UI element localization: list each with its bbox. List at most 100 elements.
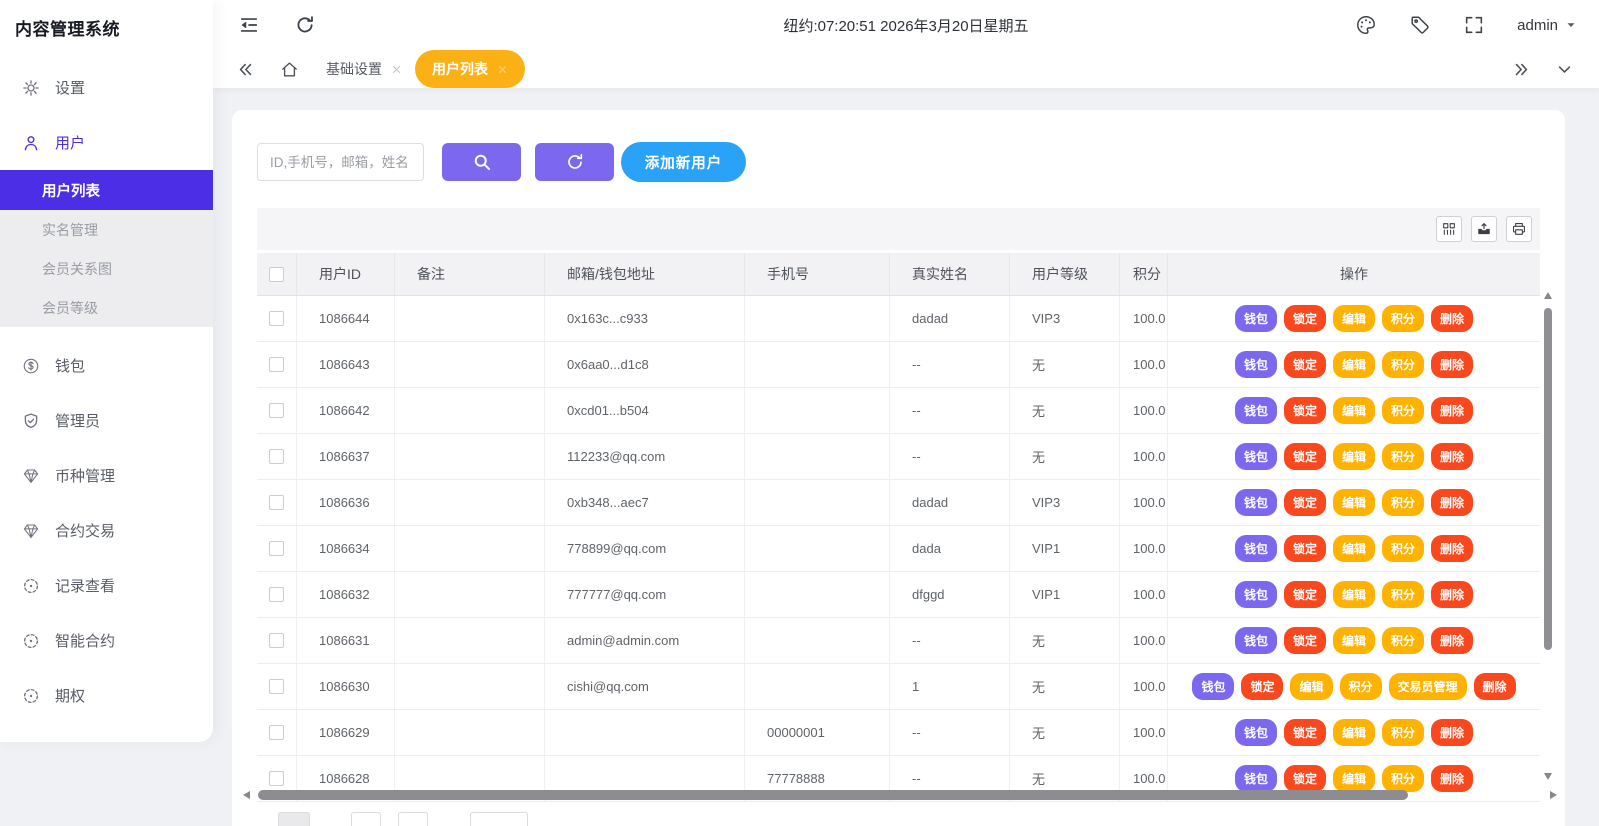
row-action-button[interactable]: 钱包 [1234, 397, 1277, 424]
pagination-button[interactable] [398, 812, 428, 826]
row-action-button[interactable]: 编辑 [1332, 443, 1375, 470]
collapse-menu-icon[interactable] [238, 14, 260, 36]
row-action-button[interactable]: 编辑 [1290, 673, 1333, 700]
palette-icon[interactable] [1355, 14, 1377, 36]
row-action-button[interactable]: 删除 [1431, 397, 1474, 424]
sidebar-subitem[interactable]: 实名管理 [0, 210, 213, 249]
row-action-button[interactable]: 删除 [1431, 535, 1474, 562]
row-action-button[interactable]: 编辑 [1332, 397, 1375, 424]
row-action-button[interactable]: 钱包 [1234, 443, 1277, 470]
scroll-right-icon[interactable] [1550, 791, 1557, 799]
row-action-button[interactable]: 删除 [1431, 305, 1474, 332]
row-action-button[interactable]: 锁定 [1283, 627, 1326, 654]
row-action-button[interactable]: 编辑 [1332, 305, 1375, 332]
add-user-button[interactable]: 添加新用户 [621, 142, 746, 182]
search-input[interactable] [257, 143, 424, 181]
pagination-button[interactable] [278, 812, 310, 826]
row-action-button[interactable]: 编辑 [1332, 351, 1375, 378]
row-checkbox[interactable] [269, 403, 284, 418]
row-action-button[interactable]: 删除 [1473, 673, 1516, 700]
search-button[interactable] [442, 143, 521, 181]
tab-menu-chevron-down-icon[interactable] [1556, 61, 1573, 78]
close-icon[interactable] [497, 64, 508, 75]
fullscreen-icon[interactable] [1463, 14, 1485, 36]
row-checkbox[interactable] [269, 495, 284, 510]
scroll-down-icon[interactable] [1544, 773, 1552, 780]
row-checkbox[interactable] [269, 771, 284, 786]
row-action-button[interactable]: 钱包 [1234, 765, 1277, 792]
row-action-button[interactable]: 编辑 [1332, 489, 1375, 516]
row-action-button[interactable]: 钱包 [1234, 719, 1277, 746]
row-action-button[interactable]: 积分 [1382, 397, 1425, 424]
row-action-button[interactable]: 锁定 [1283, 535, 1326, 562]
chevrons-right-icon[interactable] [1513, 61, 1530, 78]
row-action-button[interactable]: 积分 [1382, 719, 1425, 746]
sidebar-item[interactable]: 币种管理 [0, 448, 213, 503]
pagination-button[interactable] [470, 812, 528, 826]
row-action-button[interactable]: 积分 [1382, 627, 1425, 654]
row-action-button[interactable]: 编辑 [1332, 627, 1375, 654]
select-all-checkbox[interactable] [269, 266, 284, 282]
row-checkbox[interactable] [269, 541, 284, 556]
sidebar-subitem[interactable]: 会员等级 [0, 288, 213, 327]
close-icon[interactable] [391, 64, 402, 75]
row-action-button[interactable]: 删除 [1431, 581, 1474, 608]
row-action-button[interactable]: 锁定 [1241, 673, 1284, 700]
row-action-button[interactable]: 钱包 [1234, 489, 1277, 516]
vertical-scroll-thumb[interactable] [1544, 308, 1552, 650]
row-action-button[interactable]: 锁定 [1283, 443, 1326, 470]
row-checkbox[interactable] [269, 587, 284, 602]
tag-icon[interactable] [1409, 14, 1431, 36]
sidebar-subitem[interactable]: 会员关系图 [0, 249, 213, 288]
pagination-button[interactable] [351, 812, 381, 826]
horizontal-scrollbar[interactable] [241, 789, 1557, 801]
print-button[interactable] [1506, 216, 1532, 242]
scroll-left-icon[interactable] [243, 791, 250, 799]
scroll-up-icon[interactable] [1544, 292, 1552, 299]
row-action-button[interactable]: 积分 [1382, 489, 1425, 516]
refresh-icon[interactable] [294, 14, 316, 36]
sidebar-item[interactable]: 期权 [0, 668, 213, 723]
row-checkbox[interactable] [269, 679, 284, 694]
row-action-button[interactable]: 积分 [1382, 765, 1425, 792]
row-action-button[interactable]: 删除 [1431, 765, 1474, 792]
row-action-button[interactable]: 删除 [1431, 443, 1474, 470]
sidebar-subitem[interactable]: 用户列表 [0, 170, 213, 210]
sidebar-item[interactable]: 设置 [0, 60, 213, 115]
row-checkbox[interactable] [269, 311, 284, 326]
sidebar-item[interactable]: 用户 [0, 115, 213, 170]
home-icon[interactable] [280, 60, 299, 79]
row-action-button[interactable]: 钱包 [1234, 535, 1277, 562]
row-checkbox[interactable] [269, 633, 284, 648]
row-action-button[interactable]: 钱包 [1234, 351, 1277, 378]
row-action-button[interactable]: 钱包 [1234, 305, 1277, 332]
row-action-button[interactable]: 锁定 [1283, 581, 1326, 608]
tab-active[interactable]: 用户列表 [415, 50, 525, 88]
row-checkbox[interactable] [269, 449, 284, 464]
row-action-button[interactable]: 积分 [1382, 535, 1425, 562]
row-action-button[interactable]: 积分 [1382, 581, 1425, 608]
row-action-button[interactable]: 锁定 [1283, 351, 1326, 378]
row-action-button[interactable]: 锁定 [1283, 397, 1326, 424]
row-action-button[interactable]: 锁定 [1283, 719, 1326, 746]
row-action-button[interactable]: 积分 [1382, 305, 1425, 332]
row-checkbox[interactable] [269, 725, 284, 740]
row-action-button[interactable]: 积分 [1382, 351, 1425, 378]
chevrons-left-icon[interactable] [237, 61, 254, 78]
row-action-button[interactable]: 钱包 [1192, 673, 1235, 700]
sidebar-item[interactable]: 管理员 [0, 393, 213, 448]
export-button[interactable] [1471, 216, 1497, 242]
row-action-button[interactable]: 积分 [1382, 443, 1425, 470]
user-menu[interactable]: admin [1517, 17, 1577, 34]
row-action-button[interactable]: 编辑 [1332, 581, 1375, 608]
sidebar-item[interactable]: 钱包 [0, 338, 213, 393]
row-action-button[interactable]: 删除 [1431, 351, 1474, 378]
row-action-button[interactable]: 锁定 [1283, 765, 1326, 792]
tab[interactable]: 基础设置 [313, 50, 415, 88]
row-action-button[interactable]: 交易员管理 [1388, 673, 1467, 700]
row-action-button[interactable]: 钱包 [1234, 627, 1277, 654]
row-checkbox[interactable] [269, 357, 284, 372]
row-action-button[interactable]: 锁定 [1283, 489, 1326, 516]
row-action-button[interactable]: 编辑 [1332, 765, 1375, 792]
row-action-button[interactable]: 删除 [1431, 627, 1474, 654]
